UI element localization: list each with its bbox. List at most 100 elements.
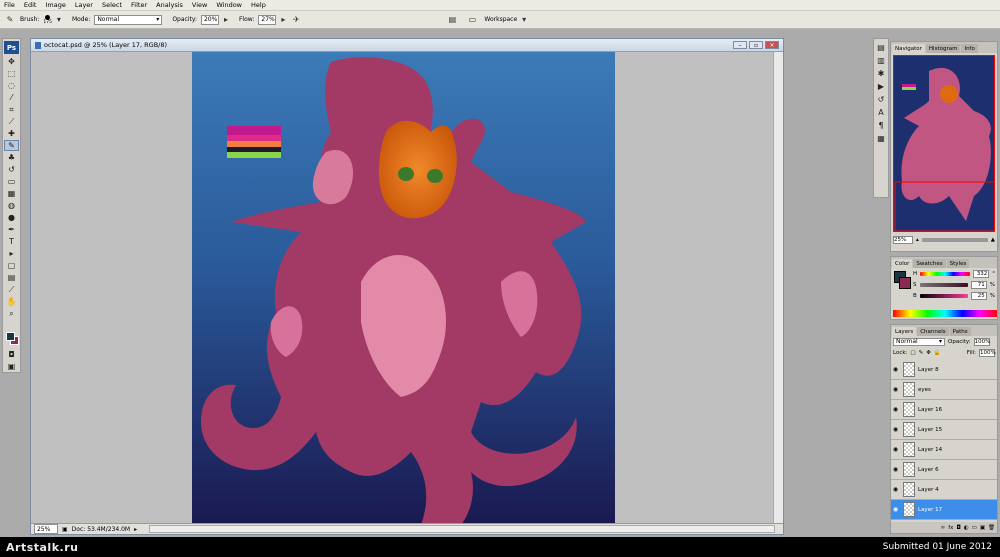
eye-icon[interactable]: ◉ — [891, 466, 900, 473]
navigator-thumbnail[interactable] — [893, 55, 995, 232]
gradient-tool-icon[interactable]: ▦ — [4, 188, 19, 199]
trash-icon[interactable]: 🗑 — [988, 525, 995, 531]
tab-swatches[interactable]: Swatches — [913, 259, 946, 268]
lock-all-icon[interactable]: 🔒 — [934, 350, 941, 356]
eye-icon[interactable]: ◉ — [891, 406, 900, 413]
h-value[interactable]: 332 — [973, 269, 990, 278]
menu-window[interactable]: Window — [216, 1, 242, 9]
workspace-icon[interactable]: ▭ — [466, 14, 478, 26]
menu-layer[interactable]: Layer — [75, 1, 93, 9]
eye-icon[interactable]: ◉ — [891, 426, 900, 433]
menu-edit[interactable]: Edit — [24, 1, 37, 9]
brightness-slider[interactable] — [919, 293, 968, 298]
folder-icon[interactable]: ▭ — [972, 525, 977, 531]
tab-channels[interactable]: Channels — [917, 327, 949, 336]
layer-row[interactable]: ◉ Layer 4 — [891, 480, 997, 500]
mode-select[interactable]: Normal ▾ — [94, 14, 163, 25]
tab-styles[interactable]: Styles — [946, 259, 970, 268]
layer-row[interactable]: ◉ Layer 16 — [891, 400, 997, 420]
menu-file[interactable]: File — [4, 1, 15, 9]
layer-opacity-field[interactable]: 100% — [973, 337, 990, 346]
menu-view[interactable]: View — [192, 1, 207, 9]
tab-layers[interactable]: Layers — [892, 327, 917, 336]
airbrush-icon[interactable]: ✈ — [290, 14, 302, 26]
marquee-tool-icon[interactable]: ⬚ — [4, 68, 19, 79]
zoom-in-icon[interactable]: ▲ — [991, 237, 995, 243]
color-spectrum-ramp[interactable] — [893, 310, 997, 317]
opacity-field[interactable]: 20% — [200, 14, 219, 25]
layer-row[interactable]: ◉ Layer 8 — [891, 360, 997, 380]
s-value[interactable]: 71 — [970, 280, 987, 289]
move-tool-icon[interactable]: ✥ — [4, 56, 19, 67]
artwork-canvas[interactable] — [31, 52, 774, 525]
slice-tool-icon[interactable]: ⟋ — [4, 116, 19, 127]
zoom-field[interactable]: 25% — [34, 524, 58, 534]
layer-row[interactable]: ◉ Layer 15 — [891, 420, 997, 440]
hue-slider[interactable] — [920, 271, 971, 276]
close-button[interactable]: × — [765, 41, 779, 49]
navigator-zoom-field[interactable]: 25% — [893, 235, 913, 244]
b-value[interactable]: 25 — [970, 291, 987, 300]
healing-tool-icon[interactable]: ✚ — [4, 128, 19, 139]
menu-analysis[interactable]: Analysis — [156, 1, 183, 9]
navigator-zoom-slider[interactable] — [921, 237, 988, 242]
chevron-right-icon[interactable]: ▸ — [134, 526, 137, 533]
menu-help[interactable]: Help — [251, 1, 266, 9]
blur-tool-icon[interactable]: ◍ — [4, 200, 19, 211]
hand-tool-icon[interactable]: ✋ — [4, 296, 19, 307]
layer-row[interactable]: ◉ Layer 6 — [891, 460, 997, 480]
layer-comps-icon[interactable]: ▦ — [875, 133, 887, 143]
path-select-tool-icon[interactable]: ▸ — [4, 248, 19, 259]
crop-tool-icon[interactable]: ⌗ — [4, 104, 19, 115]
history-icon[interactable]: ↺ — [875, 94, 887, 104]
tab-navigator[interactable]: Navigator — [892, 44, 925, 53]
layer-row[interactable]: ◉ eyes — [891, 380, 997, 400]
tool-presets-icon[interactable]: ▥ — [875, 55, 887, 65]
character-icon[interactable]: A — [875, 107, 887, 117]
type-tool-icon[interactable]: T — [4, 236, 19, 247]
menu-select[interactable]: Select — [102, 1, 122, 9]
foreground-color-swatch[interactable] — [6, 332, 15, 341]
horizontal-scrollbar[interactable] — [149, 525, 775, 533]
eye-icon[interactable]: ◉ — [891, 366, 900, 373]
brush-tool-icon[interactable]: ✎ — [4, 14, 16, 26]
eye-icon[interactable]: ◉ — [891, 386, 900, 393]
tab-info[interactable]: Info — [961, 44, 978, 53]
eye-icon[interactable]: ◉ — [891, 446, 900, 453]
eyedropper-tool-icon[interactable]: ⟋ — [4, 284, 19, 295]
fx-icon[interactable]: fx — [948, 525, 953, 531]
stamp-tool-icon[interactable]: ♣ — [4, 152, 19, 163]
brush-preset-picker[interactable]: 175 — [43, 14, 52, 25]
paragraph-icon[interactable]: ¶ — [875, 120, 887, 130]
flow-field[interactable]: 27% — [258, 14, 277, 25]
chevron-down-icon[interactable]: ▾ — [521, 14, 527, 26]
shape-tool-icon[interactable]: ▢ — [4, 260, 19, 271]
magic-wand-tool-icon[interactable]: ⁄ — [4, 92, 19, 103]
lasso-tool-icon[interactable]: ◌ — [4, 80, 19, 91]
new-layer-icon[interactable]: ▣ — [980, 525, 985, 531]
blend-mode-select[interactable]: Normal ▾ — [893, 337, 945, 346]
eye-icon[interactable]: ◉ — [891, 506, 900, 513]
quick-mask-icon[interactable]: ◘ — [4, 349, 19, 360]
status-icon[interactable]: ▣ — [62, 526, 68, 533]
link-icon[interactable]: ∞ — [941, 525, 946, 531]
canvas-area[interactable] — [31, 52, 774, 525]
adjustment-icon[interactable]: ◐ — [964, 525, 969, 531]
lock-transparency-icon[interactable]: ▢ — [910, 350, 915, 356]
notes-tool-icon[interactable]: ▤ — [4, 272, 19, 283]
chevron-right-icon[interactable]: ▸ — [223, 14, 229, 26]
brush-tool-icon[interactable]: ✎ — [4, 140, 19, 151]
tab-color[interactable]: Color — [892, 259, 913, 268]
minimize-button[interactable]: – — [733, 41, 747, 49]
clone-source-icon[interactable]: ✱ — [875, 68, 887, 78]
layer-row-selected[interactable]: ◉ Layer 17 — [891, 500, 997, 520]
maximize-button[interactable]: ▫ — [749, 41, 763, 49]
eraser-tool-icon[interactable]: ▭ — [4, 176, 19, 187]
lock-pixels-icon[interactable]: ✎ — [919, 350, 924, 356]
zoom-tool-icon[interactable]: ⌕ — [4, 308, 19, 319]
color-bg-swatch[interactable] — [899, 277, 911, 289]
brush-palette-icon[interactable]: ▤ — [446, 14, 458, 26]
mask-icon[interactable]: ◘ — [956, 525, 960, 531]
chevron-down-icon[interactable]: ▾ — [56, 14, 62, 26]
pen-tool-icon[interactable]: ✒ — [4, 224, 19, 235]
